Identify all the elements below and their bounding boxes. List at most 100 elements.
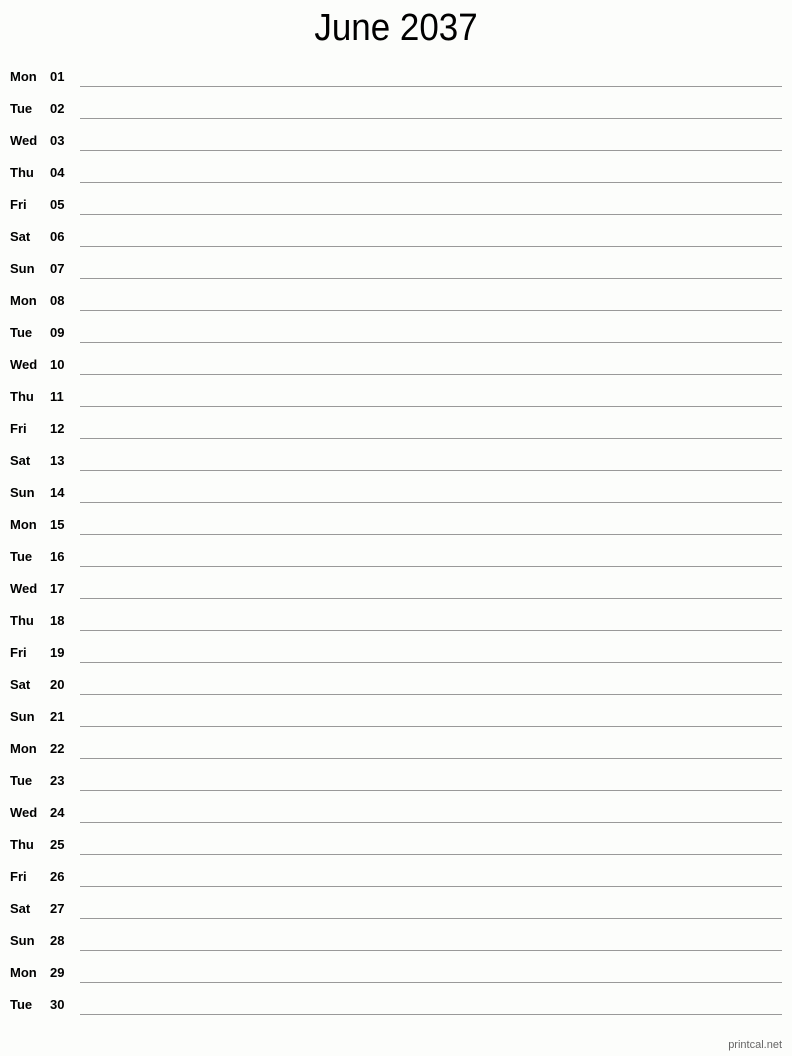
writing-line xyxy=(80,982,782,983)
writing-line xyxy=(80,758,782,759)
writing-line xyxy=(80,534,782,535)
day-row: Thu 18 xyxy=(0,608,792,640)
date-number: 01 xyxy=(50,69,65,84)
writing-line xyxy=(80,566,782,567)
weekday-label: Wed xyxy=(10,581,38,596)
writing-line xyxy=(80,374,782,375)
day-row: Tue 30 xyxy=(0,992,792,1024)
writing-line xyxy=(80,662,782,663)
weekday-label: Tue xyxy=(10,325,33,340)
date-number: 26 xyxy=(50,869,65,884)
weekday-label: Fri xyxy=(10,645,27,660)
day-row: Sat 20 xyxy=(0,672,792,704)
date-number: 17 xyxy=(50,581,65,596)
weekday-label: Sat xyxy=(10,901,31,916)
date-number: 11 xyxy=(50,389,64,404)
day-row: Tue 23 xyxy=(0,768,792,800)
weekday-label: Sat xyxy=(10,453,31,468)
date-number: 07 xyxy=(50,261,65,276)
writing-line xyxy=(80,470,782,471)
date-number: 10 xyxy=(50,357,65,372)
writing-line xyxy=(80,854,782,855)
writing-line xyxy=(80,150,782,151)
day-row: Sun 28 xyxy=(0,928,792,960)
weekday-label: Sun xyxy=(10,261,35,276)
day-row: Tue 16 xyxy=(0,544,792,576)
writing-line xyxy=(80,438,782,439)
date-number: 06 xyxy=(50,229,65,244)
weekday-label: Mon xyxy=(10,965,37,980)
writing-line xyxy=(80,694,782,695)
day-row: Mon 08 xyxy=(0,288,792,320)
date-number: 27 xyxy=(50,901,65,916)
date-number: 24 xyxy=(50,805,65,820)
date-number: 03 xyxy=(50,133,65,148)
writing-line xyxy=(80,118,782,119)
date-number: 02 xyxy=(50,101,65,116)
calendar-title: June 2037 xyxy=(314,7,478,49)
date-number: 18 xyxy=(50,613,65,628)
day-row: Mon 15 xyxy=(0,512,792,544)
date-number: 23 xyxy=(50,773,65,788)
date-number: 28 xyxy=(50,933,65,948)
weekday-label: Tue xyxy=(10,101,33,116)
writing-line xyxy=(80,726,782,727)
date-number: 19 xyxy=(50,645,65,660)
writing-line xyxy=(80,246,782,247)
weekday-label: Thu xyxy=(10,837,34,852)
writing-line xyxy=(80,822,782,823)
day-row: Wed 03 xyxy=(0,128,792,160)
weekday-label: Wed xyxy=(10,805,38,820)
day-row: Fri 05 xyxy=(0,192,792,224)
day-row: Sat 13 xyxy=(0,448,792,480)
day-row: Tue 02 xyxy=(0,96,792,128)
date-number: 20 xyxy=(50,677,65,692)
weekday-label: Thu xyxy=(10,613,34,628)
date-number: 22 xyxy=(50,741,65,756)
date-number: 16 xyxy=(50,549,65,564)
writing-line xyxy=(80,598,782,599)
weekday-label: Mon xyxy=(10,741,37,756)
day-row: Sun 21 xyxy=(0,704,792,736)
day-row: Sat 27 xyxy=(0,896,792,928)
writing-line xyxy=(80,630,782,631)
date-number: 12 xyxy=(50,421,65,436)
writing-line xyxy=(80,86,782,87)
weekday-label: Tue xyxy=(10,549,33,564)
day-row: Mon 01 xyxy=(0,64,792,96)
weekday-label: Fri xyxy=(10,197,27,212)
date-number: 04 xyxy=(50,165,65,180)
weekday-label: Mon xyxy=(10,69,37,84)
day-list: Mon 01 Tue 02 Wed 03 Thu 04 Fri 05 Sat 06 Sun 07 Mon 08… xyxy=(0,64,792,1024)
date-number: 25 xyxy=(50,837,65,852)
day-row: Wed 24 xyxy=(0,800,792,832)
day-row: Fri 19 xyxy=(0,640,792,672)
date-number: 30 xyxy=(50,997,65,1012)
writing-line xyxy=(80,406,782,407)
writing-line xyxy=(80,342,782,343)
date-number: 29 xyxy=(50,965,65,980)
date-number: 15 xyxy=(50,517,65,532)
weekday-label: Sun xyxy=(10,709,35,724)
day-row: Thu 25 xyxy=(0,832,792,864)
weekday-label: Tue xyxy=(10,997,33,1012)
writing-line xyxy=(80,790,782,791)
writing-line xyxy=(80,182,782,183)
date-number: 21 xyxy=(50,709,65,724)
day-row: Sun 07 xyxy=(0,256,792,288)
date-number: 14 xyxy=(50,485,65,500)
day-row: Sun 14 xyxy=(0,480,792,512)
weekday-label: Wed xyxy=(10,357,38,372)
day-row: Tue 09 xyxy=(0,320,792,352)
writing-line xyxy=(80,886,782,887)
weekday-label: Mon xyxy=(10,517,37,532)
day-row: Mon 22 xyxy=(0,736,792,768)
weekday-label: Thu xyxy=(10,165,34,180)
writing-line xyxy=(80,918,782,919)
writing-line xyxy=(80,278,782,279)
writing-line xyxy=(80,1014,782,1015)
date-number: 08 xyxy=(50,293,65,308)
weekday-label: Sat xyxy=(10,677,31,692)
writing-line xyxy=(80,502,782,503)
day-row: Thu 11 xyxy=(0,384,792,416)
